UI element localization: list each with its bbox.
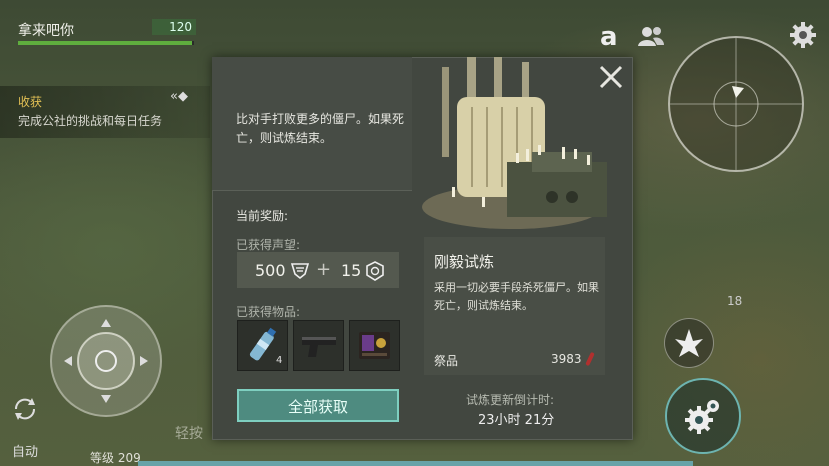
chat-input[interactable]: 轻按 — [175, 423, 203, 443]
offering-value: 3983 — [551, 352, 582, 366]
trial-description: 采用一切必要手段杀死僵尸。如果死亡，则试炼结束。 — [434, 281, 599, 312]
quest-title: 收获 — [18, 95, 43, 109]
items-label: 已获得物品: — [236, 305, 301, 319]
plus-sign: + — [316, 259, 332, 280]
timer-value: 23小时 21分 — [478, 413, 555, 428]
pistol-icon — [302, 337, 336, 357]
item-count-water-bottle: 4 — [276, 355, 283, 366]
blood-vial-icon — [585, 352, 595, 366]
minimap[interactable] — [668, 36, 804, 172]
claim-all-button[interactable]: 全部获取 — [237, 389, 399, 422]
experience-bar — [138, 461, 693, 466]
quest-description: 完成公社的挑战和每日任务 — [18, 114, 163, 128]
reputation-value-b: 15 — [341, 261, 362, 280]
close-icon[interactable] — [598, 64, 624, 90]
dialog-divider — [212, 190, 412, 191]
auto-label[interactable]: 自动 — [12, 441, 38, 460]
letter-a-icon[interactable]: a — [600, 22, 618, 52]
ammo-count: 18 — [727, 294, 743, 308]
reputation-value-a: 500 — [255, 261, 286, 280]
trial-title: 刚毅试炼 — [434, 253, 495, 271]
player-level: 等级 209 — [90, 451, 141, 465]
item-slot-badge[interactable] — [349, 320, 400, 371]
action-gear-button[interactable] — [665, 378, 741, 454]
player-name: 拿来吧你 — [18, 23, 74, 39]
offering-label: 祭品 — [434, 354, 459, 368]
quest-alert-icon[interactable]: «◆ — [170, 89, 204, 109]
hp-value: 120 — [152, 19, 196, 35]
trial-rules-text: 比对手打败更多的僵尸。如果死亡，则试炼结束。 — [236, 112, 405, 145]
people-icon[interactable] — [637, 24, 665, 48]
clan-shield-icon — [366, 261, 384, 281]
attack-button[interactable] — [664, 318, 714, 368]
badge-icon — [359, 332, 390, 359]
reputation-label: 已获得声望: — [236, 238, 301, 252]
reputation-emblem-icon — [290, 263, 310, 280]
timer-label: 试炼更新倒计时: — [466, 393, 555, 407]
rewards-label: 当前奖励: — [236, 209, 289, 223]
item-slot-pistol[interactable] — [293, 320, 344, 371]
hp-bar-fill — [18, 41, 193, 45]
movement-joystick[interactable] — [50, 305, 162, 417]
auto-refresh-icon[interactable] — [12, 396, 38, 422]
hp-bar — [18, 41, 194, 45]
